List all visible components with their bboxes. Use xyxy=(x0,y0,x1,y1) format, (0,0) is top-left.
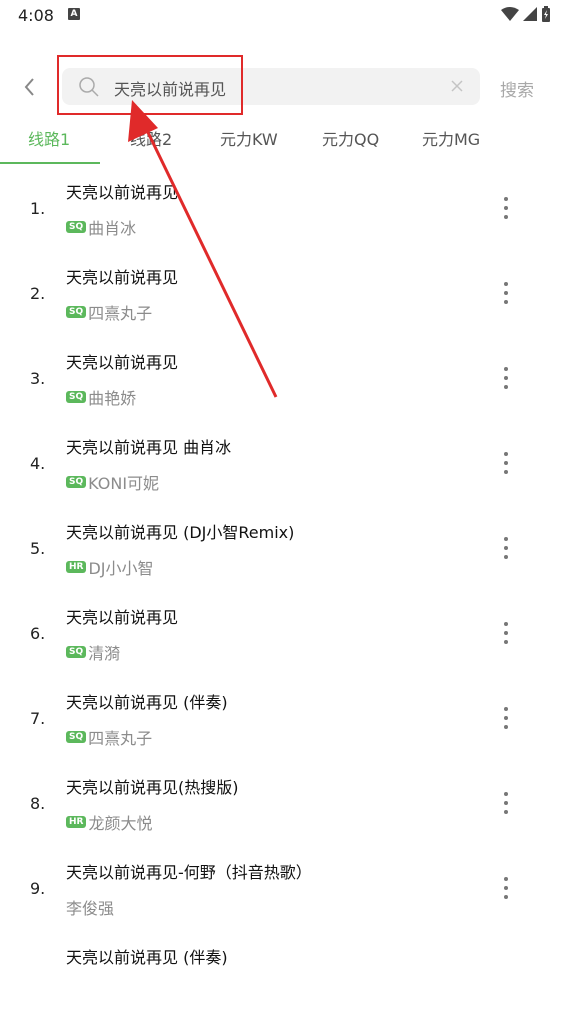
artist-name: 四熹丸子 xyxy=(88,304,153,323)
artist-name: 清漪 xyxy=(88,644,121,663)
more-options-icon[interactable] xyxy=(499,450,513,478)
more-options-icon[interactable] xyxy=(499,365,513,393)
artist-name: 曲肖冰 xyxy=(88,219,137,238)
quality-badge: HR xyxy=(66,561,87,573)
list-item[interactable]: 1. 天亮以前说再见 SQ 曲肖冰 xyxy=(0,165,565,250)
chevron-left-icon xyxy=(24,78,34,96)
song-meta: HR DJ小小智 xyxy=(66,555,154,579)
quality-badge: SQ xyxy=(66,391,87,403)
more-options-icon[interactable] xyxy=(499,620,513,648)
tab-route-2[interactable]: 线路2 xyxy=(130,126,172,150)
list-item[interactable]: 9. 天亮以前说再见-何野（抖音热歌） 李俊强 xyxy=(0,845,565,930)
more-options-icon[interactable] xyxy=(499,280,513,308)
list-item[interactable]: 6. 天亮以前说再见 SQ 清漪 xyxy=(0,590,565,675)
artist-name: 曲艳娇 xyxy=(88,389,137,408)
quality-badge: SQ xyxy=(66,476,87,488)
more-options-icon[interactable] xyxy=(499,195,513,223)
song-title: 天亮以前说再见 xyxy=(66,183,179,202)
status-time: 4:08 xyxy=(18,6,54,25)
song-meta: SQ 四熹丸子 xyxy=(66,300,152,324)
item-number: 8. xyxy=(30,794,46,813)
artist-name: 四熹丸子 xyxy=(88,729,153,748)
item-number: 6. xyxy=(30,624,46,643)
artist-name: KONI可妮 xyxy=(88,474,160,493)
item-number: 1. xyxy=(30,199,46,218)
item-number: 2. xyxy=(30,284,46,303)
more-options-icon[interactable] xyxy=(499,535,513,563)
more-options-icon[interactable] xyxy=(499,790,513,818)
song-title: 天亮以前说再见 (DJ小智Remix) xyxy=(66,523,295,542)
list-item[interactable]: 4. 天亮以前说再见 曲肖冰 SQ KONI可妮 xyxy=(0,420,565,505)
tab-yuanli-kw[interactable]: 元力KW xyxy=(220,126,278,150)
list-item[interactable]: 3. 天亮以前说再见 SQ 曲艳娇 xyxy=(0,335,565,420)
annotation-highlight-box xyxy=(57,55,243,115)
song-meta: SQ 曲肖冰 xyxy=(66,215,136,239)
more-options-icon[interactable] xyxy=(499,875,513,903)
item-number: 5. xyxy=(30,539,46,558)
tab-yuanli-qq[interactable]: 元力QQ xyxy=(322,126,379,150)
artist-name: 李俊强 xyxy=(66,899,115,918)
song-title: 天亮以前说再见 曲肖冰 xyxy=(66,438,232,457)
song-meta: HR 龙颜大悦 xyxy=(66,810,152,834)
active-tab-indicator xyxy=(0,162,100,164)
song-meta: SQ 清漪 xyxy=(66,640,120,664)
status-icons xyxy=(501,6,551,22)
song-meta: 李俊强 xyxy=(66,895,114,919)
list-item[interactable]: 2. 天亮以前说再见 SQ 四熹丸子 xyxy=(0,250,565,335)
status-bar: 4:08 A xyxy=(0,0,565,32)
item-number: 9. xyxy=(30,879,46,898)
source-tabs: 线路1 线路2 元力KW 元力QQ 元力MG xyxy=(0,118,565,164)
song-meta: SQ 曲艳娇 xyxy=(66,385,136,409)
clear-icon[interactable] xyxy=(448,77,466,95)
back-button[interactable] xyxy=(18,74,42,100)
quality-badge: HR xyxy=(66,816,87,828)
battery-icon xyxy=(542,6,550,22)
item-number: 4. xyxy=(30,454,46,473)
wifi-icon xyxy=(501,7,519,21)
more-options-icon[interactable] xyxy=(499,705,513,733)
search-button[interactable]: 搜索 xyxy=(500,76,534,101)
list-item[interactable]: 7. 天亮以前说再见 (伴奏) SQ 四熹丸子 xyxy=(0,675,565,760)
quality-badge: SQ xyxy=(66,221,87,233)
artist-name: 龙颜大悦 xyxy=(88,814,153,833)
tab-yuanli-mg[interactable]: 元力MG xyxy=(422,126,480,150)
song-title: 天亮以前说再见-何野（抖音热歌） xyxy=(66,863,312,882)
song-title: 天亮以前说再见 (伴奏) xyxy=(66,948,228,967)
song-title: 天亮以前说再见 (伴奏) xyxy=(66,693,228,712)
item-number: 7. xyxy=(30,709,46,728)
song-title: 天亮以前说再见 xyxy=(66,268,179,287)
song-title: 天亮以前说再见 xyxy=(66,353,179,372)
song-title: 天亮以前说再见(热搜版) xyxy=(66,778,239,797)
list-item[interactable]: 天亮以前说再见 (伴奏) xyxy=(0,930,565,1015)
song-meta: SQ 四熹丸子 xyxy=(66,725,152,749)
item-number: 3. xyxy=(30,369,46,388)
list-item[interactable]: 8. 天亮以前说再见(热搜版) HR 龙颜大悦 xyxy=(0,760,565,845)
song-title: 天亮以前说再见 xyxy=(66,608,179,627)
tab-route-1[interactable]: 线路1 xyxy=(28,126,70,150)
quality-badge: SQ xyxy=(66,731,87,743)
artist-name: DJ小小智 xyxy=(88,559,154,578)
notification-a-icon: A xyxy=(68,8,80,20)
quality-badge: SQ xyxy=(66,306,87,318)
list-item[interactable]: 5. 天亮以前说再见 (DJ小智Remix) HR DJ小小智 xyxy=(0,505,565,590)
song-meta: SQ KONI可妮 xyxy=(66,470,159,494)
quality-badge: SQ xyxy=(66,646,87,658)
cell-signal-icon xyxy=(523,7,537,21)
